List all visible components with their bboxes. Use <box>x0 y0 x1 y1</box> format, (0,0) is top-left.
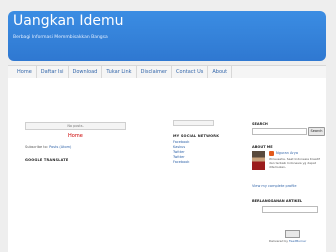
subscribe-submit-button[interactable] <box>285 230 300 238</box>
social-network-heading: MY SOCIAL NETWORK <box>173 134 220 138</box>
posts-atom-link[interactable]: Posts (Atom) <box>49 145 71 149</box>
feedburner-link[interactable]: FeedBurner <box>289 239 306 243</box>
nav-item-tukar-link[interactable]: Tukar Link <box>102 66 137 78</box>
view-profile-link[interactable]: View my complete profile <box>252 184 297 188</box>
search-heading: SEARCH <box>252 122 268 126</box>
nav-item-disclaimer[interactable]: Disclaimer <box>137 66 173 78</box>
nav-bar: Home Daftar Isi Download Tukar Link Disc… <box>8 65 326 79</box>
profile-name-link[interactable]: Nguran Arya <box>276 151 298 155</box>
subscribe-line: Subscribe to: Posts (Atom) <box>25 145 71 149</box>
site-title[interactable]: Uangkan Idemu <box>13 13 124 29</box>
no-posts-box: No posts. <box>25 122 126 130</box>
delivered-by-line: Delivered by FeedBurner <box>269 239 306 243</box>
social-link-facebook-2[interactable]: Facebook <box>173 160 189 164</box>
site-description: Berbagi Informasi Memmbisakkan Bangsa <box>13 35 108 40</box>
nav-item-daftar-isi[interactable]: Daftar Isi <box>37 66 69 78</box>
social-link-twitter-2[interactable]: Twitter <box>173 155 185 159</box>
avatar[interactable] <box>252 151 265 170</box>
nav-item-download[interactable]: Download <box>69 66 103 78</box>
profile-description: Wirausaha. Saat Indonesia Kreatif dan te… <box>269 157 320 169</box>
nav-item-contact-us[interactable]: Contact Us <box>172 66 209 78</box>
blogger-profile-icon <box>269 151 274 156</box>
search-input[interactable] <box>252 128 307 135</box>
content-area: No posts. Home Subscribe to: Posts (Atom… <box>8 78 326 252</box>
social-link-facebook[interactable]: Facebook <box>173 140 189 144</box>
widget-box <box>173 120 214 126</box>
google-translate-heading: GOOGLE TRANSLATE <box>25 158 69 162</box>
nav-item-home[interactable]: Home <box>8 66 37 78</box>
delivered-by-label: Delivered by <box>269 239 288 243</box>
social-link-kaskus[interactable]: Kaskus <box>173 145 185 149</box>
search-button[interactable]: Search <box>308 127 325 136</box>
social-link-twitter[interactable]: Twitter <box>173 150 185 154</box>
home-link[interactable]: Home <box>68 133 83 139</box>
about-me-heading: ABOUT ME <box>252 145 273 149</box>
subscribe-label: Subscribe to: <box>25 145 49 149</box>
subscribe-articles-heading: BERLANGGANAN ARTIKEL <box>252 199 303 203</box>
email-subscribe-field[interactable] <box>262 206 318 213</box>
nav-item-about[interactable]: About <box>208 66 233 78</box>
